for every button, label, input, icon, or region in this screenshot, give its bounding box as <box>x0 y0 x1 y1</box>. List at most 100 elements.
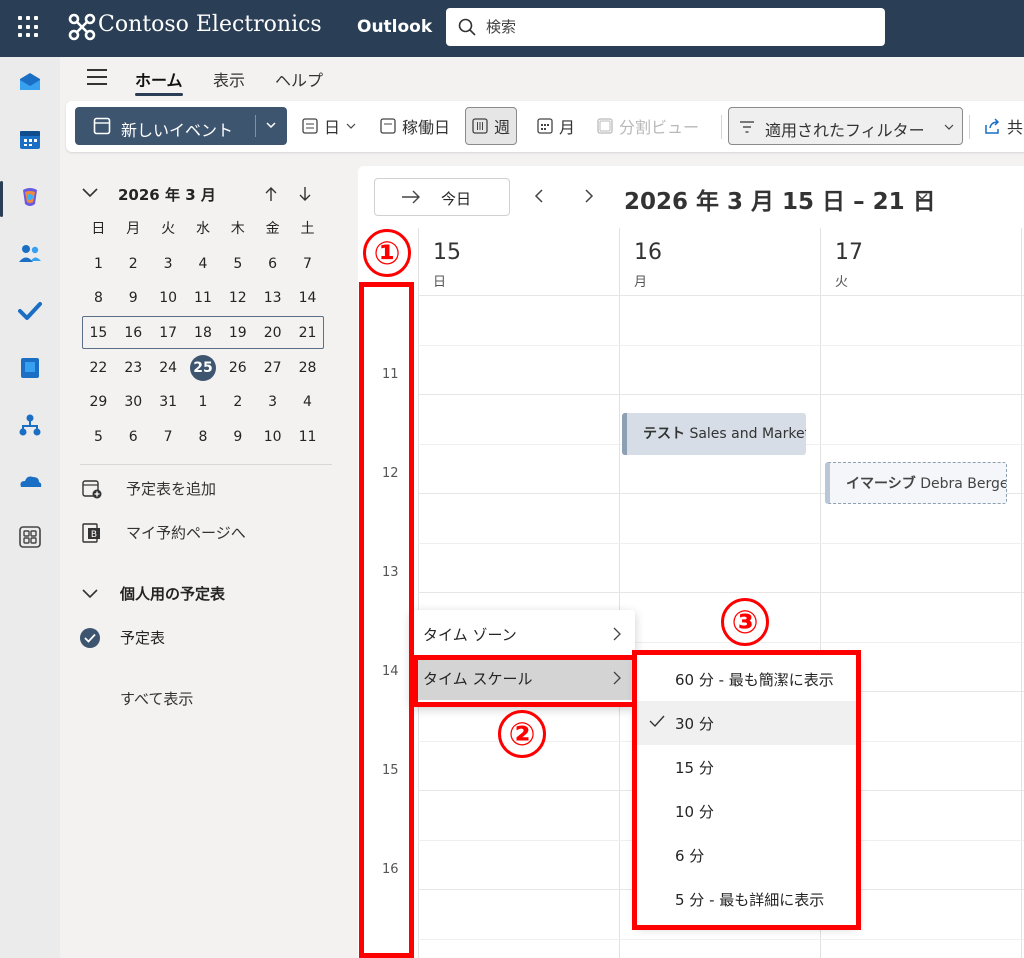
day-number: 17 <box>835 240 863 265</box>
date-cell[interactable]: 25 <box>186 351 221 386</box>
app-name[interactable]: Outlook <box>357 17 432 37</box>
chevron-down-icon[interactable] <box>266 120 276 130</box>
date-cell[interactable]: 18 <box>186 316 221 351</box>
view-work-week-button[interactable]: 稼働日 <box>380 107 450 145</box>
menu-item-time-zone[interactable]: タイム ゾーン <box>411 612 635 656</box>
calendar-icon[interactable] <box>17 127 43 153</box>
date-cell[interactable]: 8 <box>81 281 116 316</box>
date-cell[interactable]: 17 <box>151 316 186 351</box>
today-button[interactable]: 今日 <box>374 178 510 216</box>
date-cell[interactable]: 10 <box>151 281 186 316</box>
tab-view[interactable]: 表示 <box>213 67 245 91</box>
date-cell[interactable]: 4 <box>186 247 221 282</box>
chevron-down-icon[interactable] <box>82 188 98 198</box>
applied-filters-button[interactable]: 適用されたフィルター <box>728 107 963 145</box>
time-scale-option-10[interactable]: 10 分 <box>637 789 857 833</box>
bookings-icon[interactable] <box>17 355 43 381</box>
tab-home[interactable]: ホーム <box>135 67 183 96</box>
date-cell[interactable]: 31 <box>151 385 186 420</box>
view-week-button[interactable]: 週 <box>465 107 518 145</box>
date-cell[interactable]: 4 <box>290 385 325 420</box>
time-scale-option-60[interactable]: 60 分 - 最も簡潔に表示 <box>637 657 857 701</box>
date-cell[interactable]: 9 <box>220 420 255 455</box>
app-launcher-icon[interactable] <box>18 16 40 38</box>
annotation-badge-2: ② <box>498 710 546 758</box>
date-cell[interactable]: 13 <box>255 281 290 316</box>
calendar-event[interactable]: テスト Sales and Marketin <box>622 413 806 455</box>
date-cell[interactable]: 20 <box>255 316 290 351</box>
date-cell[interactable]: 3 <box>151 247 186 282</box>
chevron-left-icon[interactable] <box>534 189 544 203</box>
more-apps-icon[interactable] <box>17 524 43 550</box>
mail-icon[interactable] <box>17 69 43 95</box>
chevron-down-icon[interactable] <box>916 193 928 201</box>
date-cell[interactable]: 15 <box>81 316 116 351</box>
split-view-button[interactable]: 分割ビュー <box>597 107 699 145</box>
date-cell[interactable]: 5 <box>81 420 116 455</box>
onedrive-icon[interactable] <box>17 469 43 495</box>
menu-item-time-scale[interactable]: タイム スケール <box>411 656 635 700</box>
todo-icon[interactable] <box>17 298 43 324</box>
date-cell[interactable]: 19 <box>220 316 255 351</box>
hamburger-menu-icon[interactable] <box>87 69 107 85</box>
date-cell[interactable]: 2 <box>116 247 151 282</box>
date-cell[interactable]: 9 <box>116 281 151 316</box>
option-label: 6 分 <box>675 847 705 865</box>
date-cell[interactable]: 8 <box>186 420 221 455</box>
date-cell[interactable]: 11 <box>186 281 221 316</box>
split-view-label: 分割ビュー <box>619 118 700 137</box>
arrow-up-icon[interactable] <box>264 186 278 202</box>
time-scale-option-15[interactable]: 15 分 <box>637 745 857 789</box>
checked-circle-icon[interactable] <box>80 627 100 648</box>
date-cell[interactable]: 16 <box>116 316 151 351</box>
arrow-down-icon[interactable] <box>298 186 312 202</box>
calendar-list-item[interactable]: 予定表 <box>80 627 165 648</box>
people-icon[interactable] <box>17 241 43 267</box>
date-cell[interactable]: 30 <box>116 385 151 420</box>
date-cell[interactable]: 10 <box>255 420 290 455</box>
date-cell[interactable]: 11 <box>290 420 325 455</box>
time-scale-option-30[interactable]: 30 分 <box>637 701 857 745</box>
date-cell[interactable]: 6 <box>255 247 290 282</box>
date-cell[interactable]: 2 <box>220 385 255 420</box>
date-cell[interactable]: 1 <box>186 385 221 420</box>
date-cell[interactable]: 12 <box>220 281 255 316</box>
date-cell[interactable]: 3 <box>255 385 290 420</box>
chevron-right-icon[interactable] <box>584 189 594 203</box>
time-scale-option-6[interactable]: 6 分 <box>637 833 857 877</box>
day-header-tuesday[interactable]: 17 火 <box>820 228 1021 296</box>
show-all-link[interactable]: すべて表示 <box>120 688 193 709</box>
date-cell[interactable]: 14 <box>290 281 325 316</box>
search-input[interactable]: 検索 <box>446 8 885 46</box>
calendar-event[interactable]: イマーシブ Debra Berger <box>825 462 1007 504</box>
date-cell[interactable]: 1 <box>81 247 116 282</box>
date-cell[interactable]: 29 <box>81 385 116 420</box>
date-cell[interactable]: 23 <box>116 351 151 386</box>
add-calendar-link[interactable]: 予定表を追加 <box>82 478 216 499</box>
org-explorer-icon[interactable] <box>17 412 43 438</box>
date-cell[interactable]: 7 <box>151 420 186 455</box>
new-event-button[interactable]: 新しいイベント <box>75 107 287 145</box>
booking-page-link[interactable]: B マイ予約ページへ <box>82 522 246 543</box>
date-cell[interactable]: 21 <box>290 316 325 351</box>
chevron-down-icon <box>82 588 98 598</box>
date-cell[interactable]: 24 <box>151 351 186 386</box>
day-header-sunday[interactable]: 15 日 <box>418 228 619 296</box>
date-cell[interactable]: 27 <box>255 351 290 386</box>
date-cell[interactable]: 7 <box>290 247 325 282</box>
view-month-button[interactable]: 月 <box>537 107 575 145</box>
time-scale-option-5[interactable]: 5 分 - 最も詳細に表示 <box>637 877 857 921</box>
copilot-icon[interactable] <box>17 184 43 210</box>
tab-help[interactable]: ヘルプ <box>275 67 323 91</box>
date-cell[interactable]: 5 <box>220 247 255 282</box>
date-cell[interactable]: 28 <box>290 351 325 386</box>
date-cell[interactable]: 6 <box>116 420 151 455</box>
date-cell[interactable]: 22 <box>81 351 116 386</box>
view-day-button[interactable]: 日 <box>302 107 362 145</box>
day-header-monday[interactable]: 16 月 <box>619 228 820 296</box>
date-cell[interactable]: 26 <box>220 351 255 386</box>
view-week-label: 週 <box>494 118 511 137</box>
date-range-title[interactable]: 2026 年 3 月 15 日 – 21 日 <box>624 182 936 216</box>
share-button[interactable]: 共 <box>983 107 1023 145</box>
personal-calendars-header[interactable]: 個人用の予定表 <box>82 583 225 604</box>
